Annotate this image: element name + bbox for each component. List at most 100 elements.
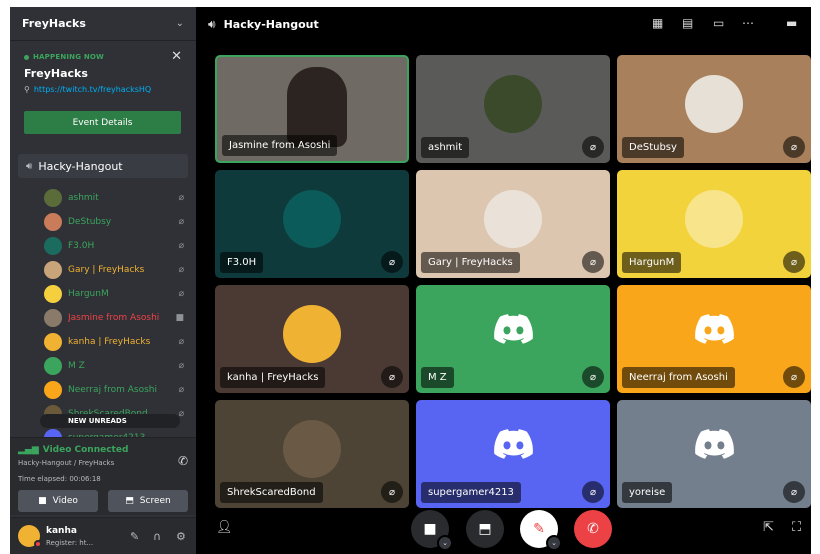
list-item[interactable]: Jasmine from Asoshi ■ (44, 309, 184, 327)
participant-tile[interactable]: HargunM ⌀ (617, 170, 811, 278)
video-button[interactable]: ■ Video (18, 490, 98, 512)
popout-icon[interactable]: ⇱ (763, 520, 774, 535)
participant-tile[interactable]: supergamer4213 ⌀ (416, 400, 610, 508)
mic-off-icon: ⌀ (783, 251, 805, 273)
participant-name: Gary | FreyHacks (421, 252, 520, 273)
list-item[interactable]: F3.0H ⌀ (44, 237, 184, 255)
headphones-icon[interactable]: ∩ (153, 530, 161, 543)
mic-off-icon[interactable]: ✎ (130, 530, 139, 543)
participant-name: M Z (421, 367, 454, 388)
mic-off-icon: ⌀ (178, 385, 184, 395)
avatar (44, 381, 62, 399)
participant-tile[interactable]: M Z ⌀ (416, 285, 610, 393)
chevron-down-icon[interactable]: ⌄ (546, 535, 562, 551)
participant-tile[interactable]: kanha | FreyHacks ⌀ (215, 285, 409, 393)
mic-off-icon: ⌀ (582, 366, 604, 388)
list-item[interactable]: DeStubsy ⌀ (44, 213, 184, 231)
mic-off-icon: ⌀ (783, 366, 805, 388)
voice-channel-label: Hacky-Hangout (38, 159, 123, 173)
fullscreen-icon[interactable]: ⛶ (792, 520, 801, 535)
avatar (44, 213, 62, 231)
avatar (44, 333, 62, 351)
chevron-down-icon[interactable]: ⌄ (176, 18, 184, 29)
participant-tile[interactable]: Neerraj from Asoshi ⌀ (617, 285, 811, 393)
discord-logo-icon (694, 314, 734, 344)
participant-tile[interactable]: DeStubsy ⌀ (617, 55, 811, 163)
participant-tile[interactable]: F3.0H ⌀ (215, 170, 409, 278)
member-name: F3.0H (68, 241, 95, 251)
member-name: M Z (68, 361, 85, 371)
signal-icon[interactable]: ▂▄▆ (18, 445, 39, 455)
mic-off-icon: ⌀ (178, 289, 184, 299)
popout-icon[interactable]: ▭ (713, 16, 724, 30)
add-person-icon[interactable]: 👤︎ (216, 520, 233, 535)
disconnect-button[interactable]: ✆ (574, 510, 612, 548)
speaker-icon: 🔊︎ (26, 160, 33, 172)
participant-tile[interactable]: yoreise ⌀ (617, 400, 811, 508)
server-name: FreyHacks (22, 17, 86, 30)
happening-now: HAPPENING NOW (24, 53, 182, 61)
connected-channel[interactable]: Hacky-Hangout / FreyHacks (18, 459, 114, 467)
member-name: Jasmine from Asoshi (68, 313, 160, 323)
avatar (685, 75, 743, 133)
grid-layout-icon[interactable]: ▤ (682, 16, 693, 30)
location-icon: ⚲ (24, 85, 30, 94)
event-details-button[interactable]: Event Details (24, 111, 181, 134)
list-item[interactable]: HargunM ⌀ (44, 285, 184, 303)
disconnect-icon[interactable]: ✆ (178, 454, 188, 468)
mute-button[interactable]: ✎ ⌄ (520, 510, 562, 551)
voice-channel-hacky-hangout[interactable]: 🔊︎ Hacky-Hangout (18, 154, 188, 178)
avatar (44, 189, 62, 207)
mic-off-icon: ⌀ (582, 136, 604, 158)
video-label: Video (52, 496, 78, 506)
camera-button[interactable]: ■ ⌄ (411, 510, 453, 551)
user-panel: kanha Register: ht... ✎ ∩ ⚙ (10, 517, 196, 554)
screen-share-button[interactable]: ⬒ (466, 510, 504, 548)
status-dot-icon (34, 540, 42, 548)
discord-logo-icon (493, 314, 533, 344)
live-dot-icon (24, 54, 29, 60)
member-name: Neerraj from Asoshi (68, 385, 157, 395)
avatar (44, 285, 62, 303)
speaker-icon: 🔊︎ (208, 16, 216, 31)
more-icon[interactable]: ⋯ (742, 16, 754, 30)
mic-off-icon: ⌀ (178, 241, 184, 251)
discord-window: FreyHacks ⌄ HAPPENING NOW ✕ FreyHacks ⚲ … (10, 7, 811, 554)
chat-icon[interactable]: ▬ (786, 16, 797, 30)
new-unreads-banner[interactable]: NEW UNREADS (40, 414, 180, 428)
avatar (44, 309, 62, 327)
screen-label: Screen (139, 496, 171, 506)
avatar (44, 357, 62, 375)
screen-button[interactable]: ⬒ Screen (108, 490, 188, 512)
happening-label: HAPPENING NOW (33, 53, 104, 61)
mic-off-icon: ⌀ (783, 481, 805, 503)
participant-tile[interactable]: Jasmine from Asoshi (215, 55, 409, 163)
participant-tile[interactable]: ashmit ⌀ (416, 55, 610, 163)
participant-name: F3.0H (220, 252, 264, 273)
participant-name: Neerraj from Asoshi (622, 367, 735, 388)
mic-off-icon: ⌀ (178, 361, 184, 371)
avatar (44, 237, 62, 255)
list-item[interactable]: ashmit ⌀ (44, 189, 184, 207)
connection-status: ▂▄▆ Video Connected (18, 445, 128, 455)
camera-icon: ■ (423, 521, 437, 537)
avatar (283, 420, 341, 478)
list-item[interactable]: M Z ⌀ (44, 357, 184, 375)
mic-off-icon: ⌀ (178, 193, 184, 203)
list-item[interactable]: kanha | FreyHacks ⌀ (44, 333, 184, 351)
elapsed-time: Time elapsed: 00:06:18 (18, 475, 101, 483)
user-name: kanha (46, 526, 77, 536)
participant-name: yoreise (622, 482, 673, 503)
server-header[interactable]: FreyHacks ⌄ (10, 7, 196, 41)
close-icon[interactable]: ✕ (171, 49, 182, 64)
participant-tile[interactable]: Gary | FreyHacks ⌀ (416, 170, 610, 278)
list-item[interactable]: Gary | FreyHacks ⌀ (44, 261, 184, 279)
chevron-down-icon[interactable]: ⌄ (437, 535, 453, 551)
calendar-add-icon[interactable]: ▦ (652, 16, 663, 30)
participant-tile[interactable]: ShrekScaredBond ⌀ (215, 400, 409, 508)
gear-icon[interactable]: ⚙ (176, 530, 186, 543)
avatar (484, 190, 542, 248)
event-link[interactable]: https://twitch.tv/freyhacksHQ (34, 85, 151, 94)
event-link-row: ⚲ https://twitch.tv/freyhacksHQ (24, 85, 182, 94)
list-item[interactable]: Neerraj from Asoshi ⌀ (44, 381, 184, 399)
